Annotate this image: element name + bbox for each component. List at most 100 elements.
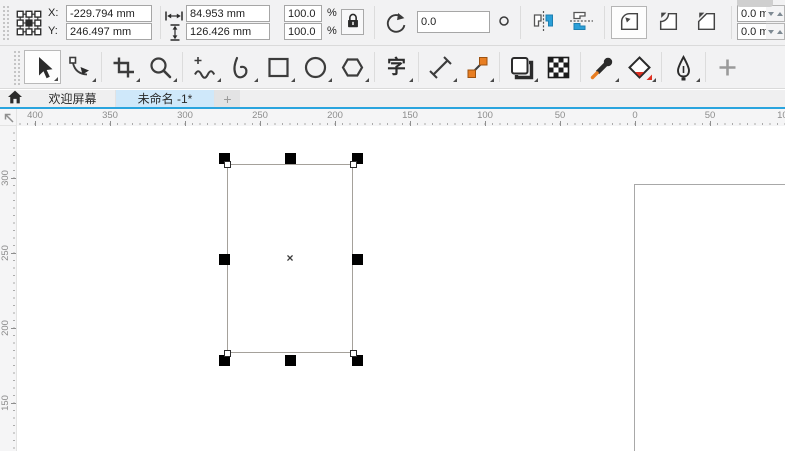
ruler-origin-button[interactable] (0, 109, 17, 126)
lock-icon (344, 11, 362, 33)
object-center-marker[interactable]: × (286, 251, 293, 265)
selected-rectangle-object[interactable]: × (227, 164, 353, 353)
add-tool-button[interactable] (709, 50, 746, 84)
tool-ellipse-button[interactable] (297, 50, 334, 84)
ruler-label: 350 (102, 110, 118, 121)
tool-drop-shadow-button[interactable] (503, 50, 540, 84)
object-width-input[interactable] (186, 5, 270, 22)
corner-node-top-right[interactable] (350, 161, 357, 168)
selection-handle-middle-right[interactable] (352, 254, 363, 265)
scale-h-input[interactable] (284, 5, 322, 22)
spinner-up-icon[interactable] (777, 12, 783, 16)
separator (418, 52, 419, 82)
property-bar: X: Y: % % (0, 0, 785, 46)
flyout-indicator-icon (291, 78, 295, 82)
ruler-label: 50 (705, 110, 716, 121)
scalloped-corner-button[interactable] (651, 8, 685, 37)
spinner-down-icon[interactable] (768, 30, 774, 34)
freehand-icon (191, 54, 218, 81)
corner-node-top-left[interactable] (224, 161, 231, 168)
dimension-icon (427, 54, 454, 81)
vertical-ruler[interactable]: 300250200150 (0, 126, 17, 451)
tool-crop-button[interactable] (105, 50, 142, 84)
rotation-icon (384, 12, 407, 38)
object-height-input[interactable] (186, 23, 270, 40)
ruler-label: 100 (477, 110, 493, 121)
flyout-indicator-icon (490, 78, 494, 82)
separator (182, 52, 183, 82)
flyout-indicator-icon (409, 78, 413, 82)
interactive-fill-icon (626, 54, 653, 81)
tool-text-button[interactable]: 字 (378, 50, 415, 84)
tool-transparency-button[interactable] (540, 50, 577, 84)
ruler-label: 250 (0, 245, 11, 261)
tool-curve-button[interactable] (223, 50, 260, 84)
ruler-label: 250 (252, 110, 268, 121)
transparency-icon (545, 54, 572, 81)
separator (160, 6, 161, 39)
tool-connector-button[interactable] (459, 50, 496, 84)
tab-label: 未命名 -1* (138, 90, 193, 107)
selection-handle-bottom-middle[interactable] (285, 355, 296, 366)
collapsed-docker-tab[interactable] (737, 0, 773, 7)
rotation-angle-input[interactable] (417, 11, 490, 33)
horizontal-ruler[interactable]: 40035030025020015010050050100 (17, 109, 785, 127)
flyout-indicator-icon (365, 78, 369, 82)
flyout-indicator-icon (92, 78, 96, 82)
corner-radius-top-spinner[interactable] (766, 5, 785, 22)
chamfered-corner-button[interactable] (689, 8, 723, 37)
drawing-canvas[interactable]: × (17, 126, 785, 451)
toolbar-grip[interactable] (2, 5, 11, 40)
tab-untitled-document[interactable]: 未命名 -1* (116, 90, 215, 107)
tool-freehand-button[interactable] (186, 50, 223, 84)
mirror-horizontal-button[interactable] (528, 9, 558, 36)
separator (731, 6, 732, 39)
corner-node-bottom-left[interactable] (224, 350, 231, 357)
ruler-label: 0 (632, 110, 637, 121)
tool-interactive-fill-button[interactable] (621, 50, 658, 84)
zoom-icon (147, 54, 174, 81)
lock-ratio-button[interactable] (341, 9, 364, 35)
spinner-down-icon[interactable] (768, 12, 774, 16)
scale-v-input[interactable] (284, 23, 322, 40)
round-corner-button[interactable] (611, 6, 647, 39)
ruler-major-tick (11, 253, 16, 254)
toolbox-grip[interactable] (13, 50, 22, 85)
separator (580, 52, 581, 82)
curve-icon (228, 54, 255, 81)
ruler-label: 400 (27, 110, 43, 121)
y-position-input[interactable] (66, 23, 152, 40)
corner-radius-bottom-spinner[interactable] (766, 23, 785, 40)
new-document-tab-button[interactable]: + (215, 90, 240, 107)
separator (101, 52, 102, 82)
spinner-up-icon[interactable] (777, 30, 783, 34)
tool-shape-button[interactable] (61, 50, 98, 84)
home-tab-button[interactable] (0, 90, 30, 107)
app-window: X: Y: % % (0, 0, 785, 451)
x-position-input[interactable] (66, 5, 152, 22)
tab-welcome-screen[interactable]: 欢迎屏幕 (30, 90, 116, 107)
mirror-vertical-button[interactable] (566, 9, 596, 36)
flyout-indicator-icon (696, 78, 700, 82)
tool-dimension-button[interactable] (422, 50, 459, 84)
tool-eyedropper-button[interactable] (584, 50, 621, 84)
drop-shadow-icon (508, 54, 535, 81)
tool-zoom-button[interactable] (142, 50, 179, 84)
scalloped-corner-icon (656, 9, 681, 37)
selection-handle-middle-left[interactable] (219, 254, 230, 265)
mirror-horizontal-icon (530, 9, 557, 36)
ruler-label: 100 (777, 110, 785, 121)
toolbox-bar: 字 (0, 46, 785, 89)
tool-polygon-button[interactable] (334, 50, 371, 84)
outline-pen-icon (670, 54, 697, 81)
selection-handle-top-middle[interactable] (285, 153, 296, 164)
document-tab-bar: 欢迎屏幕 未命名 -1* + (0, 90, 785, 107)
flyout-indicator-icon (652, 78, 656, 82)
tool-outline-pen-button[interactable] (665, 50, 702, 84)
corner-node-bottom-right[interactable] (350, 350, 357, 357)
ruler-label: 200 (0, 320, 11, 336)
flyout-indicator-icon (534, 78, 538, 82)
toolbox-tools: 字 (24, 50, 746, 84)
tool-pick-button[interactable] (24, 50, 61, 84)
tool-rectangle-button[interactable] (260, 50, 297, 84)
